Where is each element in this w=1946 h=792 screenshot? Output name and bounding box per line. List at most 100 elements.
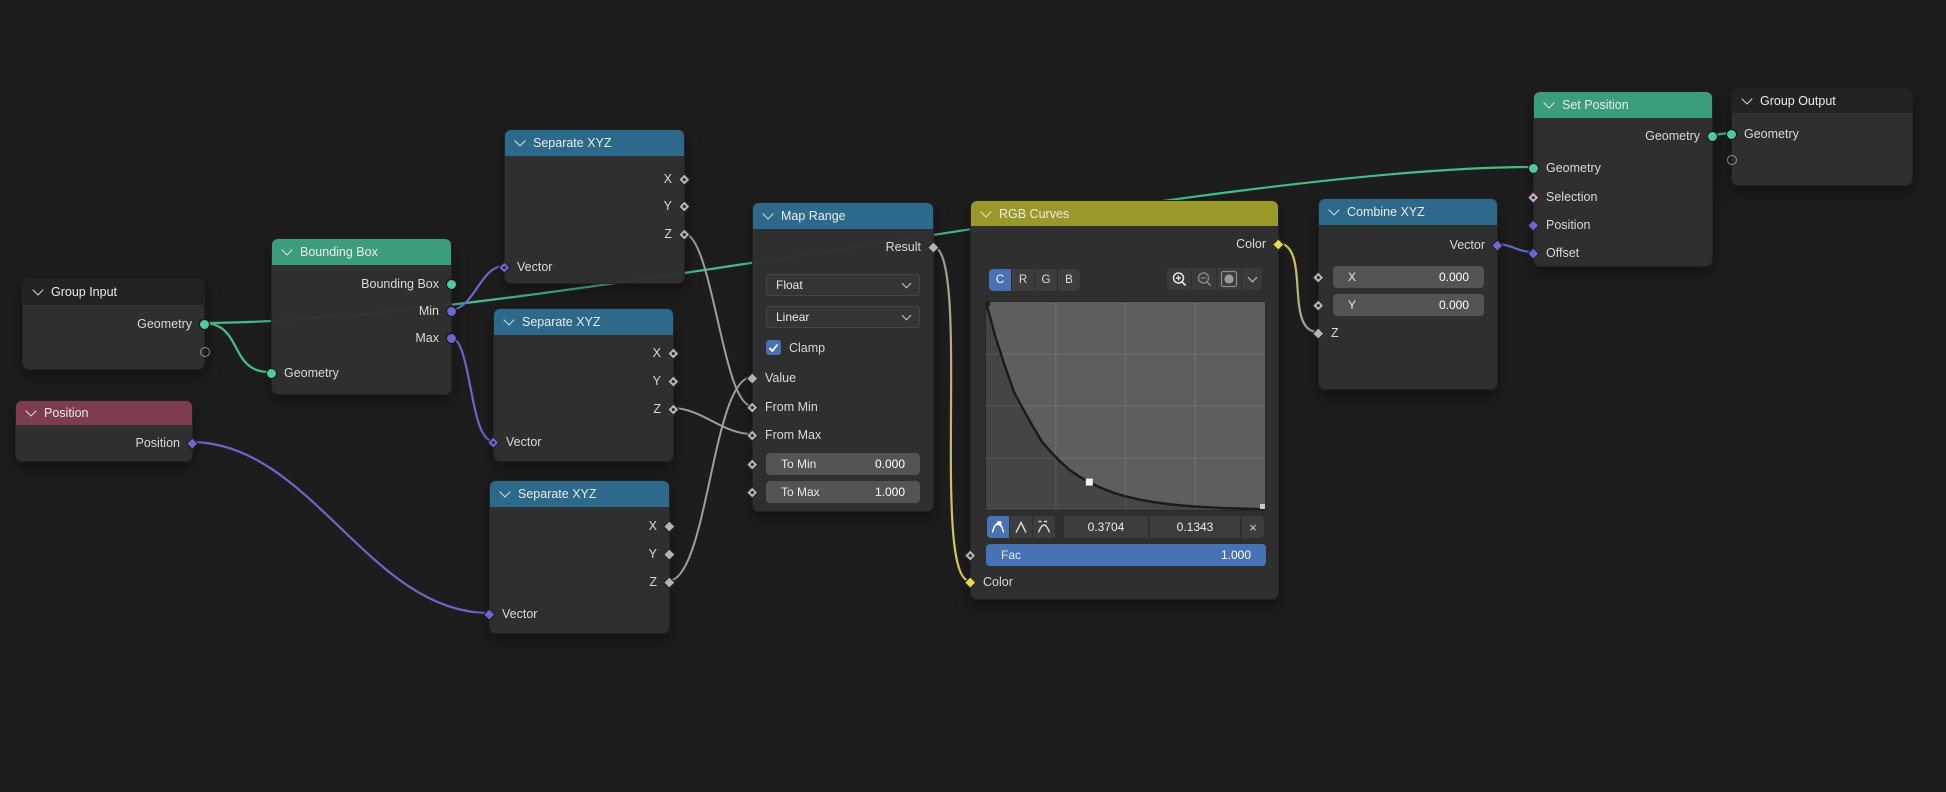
geometry-input-socket[interactable] bbox=[266, 367, 278, 379]
geometry-input-socket[interactable] bbox=[1726, 128, 1738, 140]
link-result-to-color-in[interactable] bbox=[932, 246, 970, 581]
max-output-socket[interactable] bbox=[446, 332, 458, 344]
point-x-field[interactable]: 0.3704 bbox=[1064, 516, 1148, 538]
z-output-socket[interactable] bbox=[668, 403, 680, 415]
node-position[interactable]: Position Position bbox=[15, 400, 193, 462]
geometry-input-socket[interactable] bbox=[1528, 162, 1540, 174]
point-y-field[interactable]: 0.1343 bbox=[1150, 516, 1240, 538]
position-input-socket[interactable] bbox=[1528, 219, 1540, 231]
y-output-socket[interactable] bbox=[668, 375, 680, 387]
node-separate-xyz-1[interactable]: Separate XYZ X Y Z Vector bbox=[504, 129, 685, 284]
node-header[interactable]: RGB Curves bbox=[971, 201, 1278, 226]
node-header[interactable]: Separate XYZ bbox=[490, 481, 669, 507]
chevron-down-icon[interactable] bbox=[762, 208, 773, 219]
node-header[interactable]: Set Position bbox=[1534, 92, 1712, 118]
link-z3-to-value[interactable] bbox=[668, 377, 752, 581]
value-input-socket[interactable] bbox=[747, 372, 759, 384]
chevron-down-icon[interactable] bbox=[514, 135, 525, 146]
fac-slider[interactable]: Fac 1.000 bbox=[986, 544, 1266, 566]
handle-auto-clamped-icon[interactable] bbox=[1033, 516, 1055, 538]
node-group-input[interactable]: Group Input Geometry bbox=[22, 278, 205, 370]
selection-input-socket[interactable] bbox=[1528, 191, 1540, 203]
selected-curve-point[interactable] bbox=[1086, 479, 1093, 486]
y-output-socket[interactable] bbox=[664, 548, 676, 560]
vector-output-socket[interactable] bbox=[1492, 239, 1504, 251]
handle-auto-icon[interactable] bbox=[987, 516, 1009, 538]
geometry-output-socket[interactable] bbox=[1707, 130, 1719, 142]
node-header[interactable]: Group Output bbox=[1732, 89, 1912, 113]
channel-b-button[interactable]: B bbox=[1058, 269, 1080, 291]
geometry-output-socket[interactable] bbox=[199, 318, 211, 330]
node-header[interactable]: Position bbox=[16, 401, 192, 425]
node-map-range[interactable]: Map Range Result Float Linear Clamp Valu… bbox=[752, 202, 934, 512]
node-editor-canvas[interactable]: Group Input Geometry Position Position B… bbox=[0, 0, 1946, 792]
bounding-box-output-socket[interactable] bbox=[446, 278, 458, 290]
node-separate-xyz-2[interactable]: Separate XYZ X Y Z Vector bbox=[493, 308, 674, 462]
curve-point[interactable] bbox=[986, 302, 990, 306]
data-type-dropdown[interactable]: Float bbox=[766, 274, 920, 296]
color-input-socket[interactable] bbox=[965, 576, 977, 588]
zoom-in-icon[interactable] bbox=[1167, 268, 1191, 290]
delete-point-icon[interactable]: × bbox=[1242, 516, 1264, 538]
link-position-to-separate-xyz-3[interactable] bbox=[191, 442, 489, 613]
chevron-down-icon[interactable] bbox=[1543, 97, 1554, 108]
curve-widget-canvas[interactable] bbox=[986, 302, 1265, 510]
chevron-down-icon[interactable] bbox=[980, 206, 991, 217]
node-group-output[interactable]: Group Output Geometry bbox=[1731, 88, 1913, 186]
chevron-down-icon[interactable] bbox=[1741, 93, 1752, 104]
chevron-down-icon[interactable] bbox=[1328, 204, 1339, 215]
position-output-socket[interactable] bbox=[187, 437, 199, 449]
z-input-socket[interactable] bbox=[1313, 327, 1325, 339]
channel-c-button[interactable]: C bbox=[989, 269, 1011, 291]
node-set-position[interactable]: Set Position Geometry Geometry Selection… bbox=[1533, 91, 1713, 267]
node-bounding-box[interactable]: Bounding Box Bounding Box Min Max Geomet… bbox=[271, 238, 452, 395]
node-combine-xyz[interactable]: Combine XYZ Vector X 0.000 Y 0.000 Z bbox=[1318, 198, 1498, 390]
link-z1-to-from-min[interactable] bbox=[683, 233, 752, 406]
link-group-input-to-bounding-box[interactable] bbox=[203, 323, 269, 372]
vector-input-socket[interactable] bbox=[499, 261, 511, 273]
to-max-field[interactable]: To Max 1.000 bbox=[766, 481, 920, 503]
zoom-out-icon[interactable] bbox=[1192, 268, 1216, 290]
node-header[interactable]: Bounding Box bbox=[272, 239, 451, 265]
color-output-socket[interactable] bbox=[1273, 238, 1285, 250]
node-header[interactable]: Separate XYZ bbox=[494, 309, 673, 335]
result-output-socket[interactable] bbox=[928, 241, 940, 253]
fac-input-socket[interactable] bbox=[965, 549, 977, 561]
node-header[interactable]: Separate XYZ bbox=[505, 130, 684, 156]
link-z2-to-from-max[interactable] bbox=[672, 408, 752, 434]
virtual-output-socket[interactable] bbox=[199, 346, 211, 358]
node-separate-xyz-3[interactable]: Separate XYZ X Y Z Vector bbox=[489, 480, 670, 634]
chevron-down-icon[interactable] bbox=[281, 244, 292, 255]
from-max-input-socket[interactable] bbox=[747, 429, 759, 441]
x-field[interactable]: X 0.000 bbox=[1333, 266, 1484, 288]
x-output-socket[interactable] bbox=[679, 173, 691, 185]
offset-input-socket[interactable] bbox=[1528, 247, 1540, 259]
x-output-socket[interactable] bbox=[668, 347, 680, 359]
node-header[interactable]: Combine XYZ bbox=[1319, 199, 1497, 225]
chevron-down-icon[interactable] bbox=[32, 284, 43, 295]
handle-vector-icon[interactable] bbox=[1010, 516, 1032, 538]
virtual-input-socket[interactable] bbox=[1726, 154, 1738, 166]
x-input-socket[interactable] bbox=[1313, 271, 1325, 283]
y-input-socket[interactable] bbox=[1313, 299, 1325, 311]
clamp-checkbox[interactable] bbox=[766, 340, 781, 355]
curve-options-chevron-icon[interactable] bbox=[1242, 268, 1262, 290]
chevron-down-icon[interactable] bbox=[25, 405, 36, 416]
chevron-down-icon[interactable] bbox=[499, 486, 510, 497]
to-min-input-socket[interactable] bbox=[747, 458, 759, 470]
link-color-out-to-z[interactable] bbox=[1277, 243, 1318, 332]
vector-input-socket[interactable] bbox=[484, 608, 496, 620]
curve-point[interactable] bbox=[1260, 504, 1265, 509]
from-min-input-socket[interactable] bbox=[747, 401, 759, 413]
curve-widget[interactable] bbox=[985, 301, 1266, 511]
channel-r-button[interactable]: R bbox=[1012, 269, 1034, 291]
node-rgb-curves[interactable]: RGB Curves Color C R G B bbox=[970, 200, 1279, 600]
y-output-socket[interactable] bbox=[679, 200, 691, 212]
to-max-input-socket[interactable] bbox=[747, 486, 759, 498]
y-field[interactable]: Y 0.000 bbox=[1333, 294, 1484, 316]
chevron-down-icon[interactable] bbox=[503, 314, 514, 325]
node-header[interactable]: Map Range bbox=[753, 203, 933, 229]
curve-tools-swatch-icon[interactable] bbox=[1217, 268, 1241, 290]
vector-input-socket[interactable] bbox=[488, 436, 500, 448]
interpolation-dropdown[interactable]: Linear bbox=[766, 306, 920, 328]
